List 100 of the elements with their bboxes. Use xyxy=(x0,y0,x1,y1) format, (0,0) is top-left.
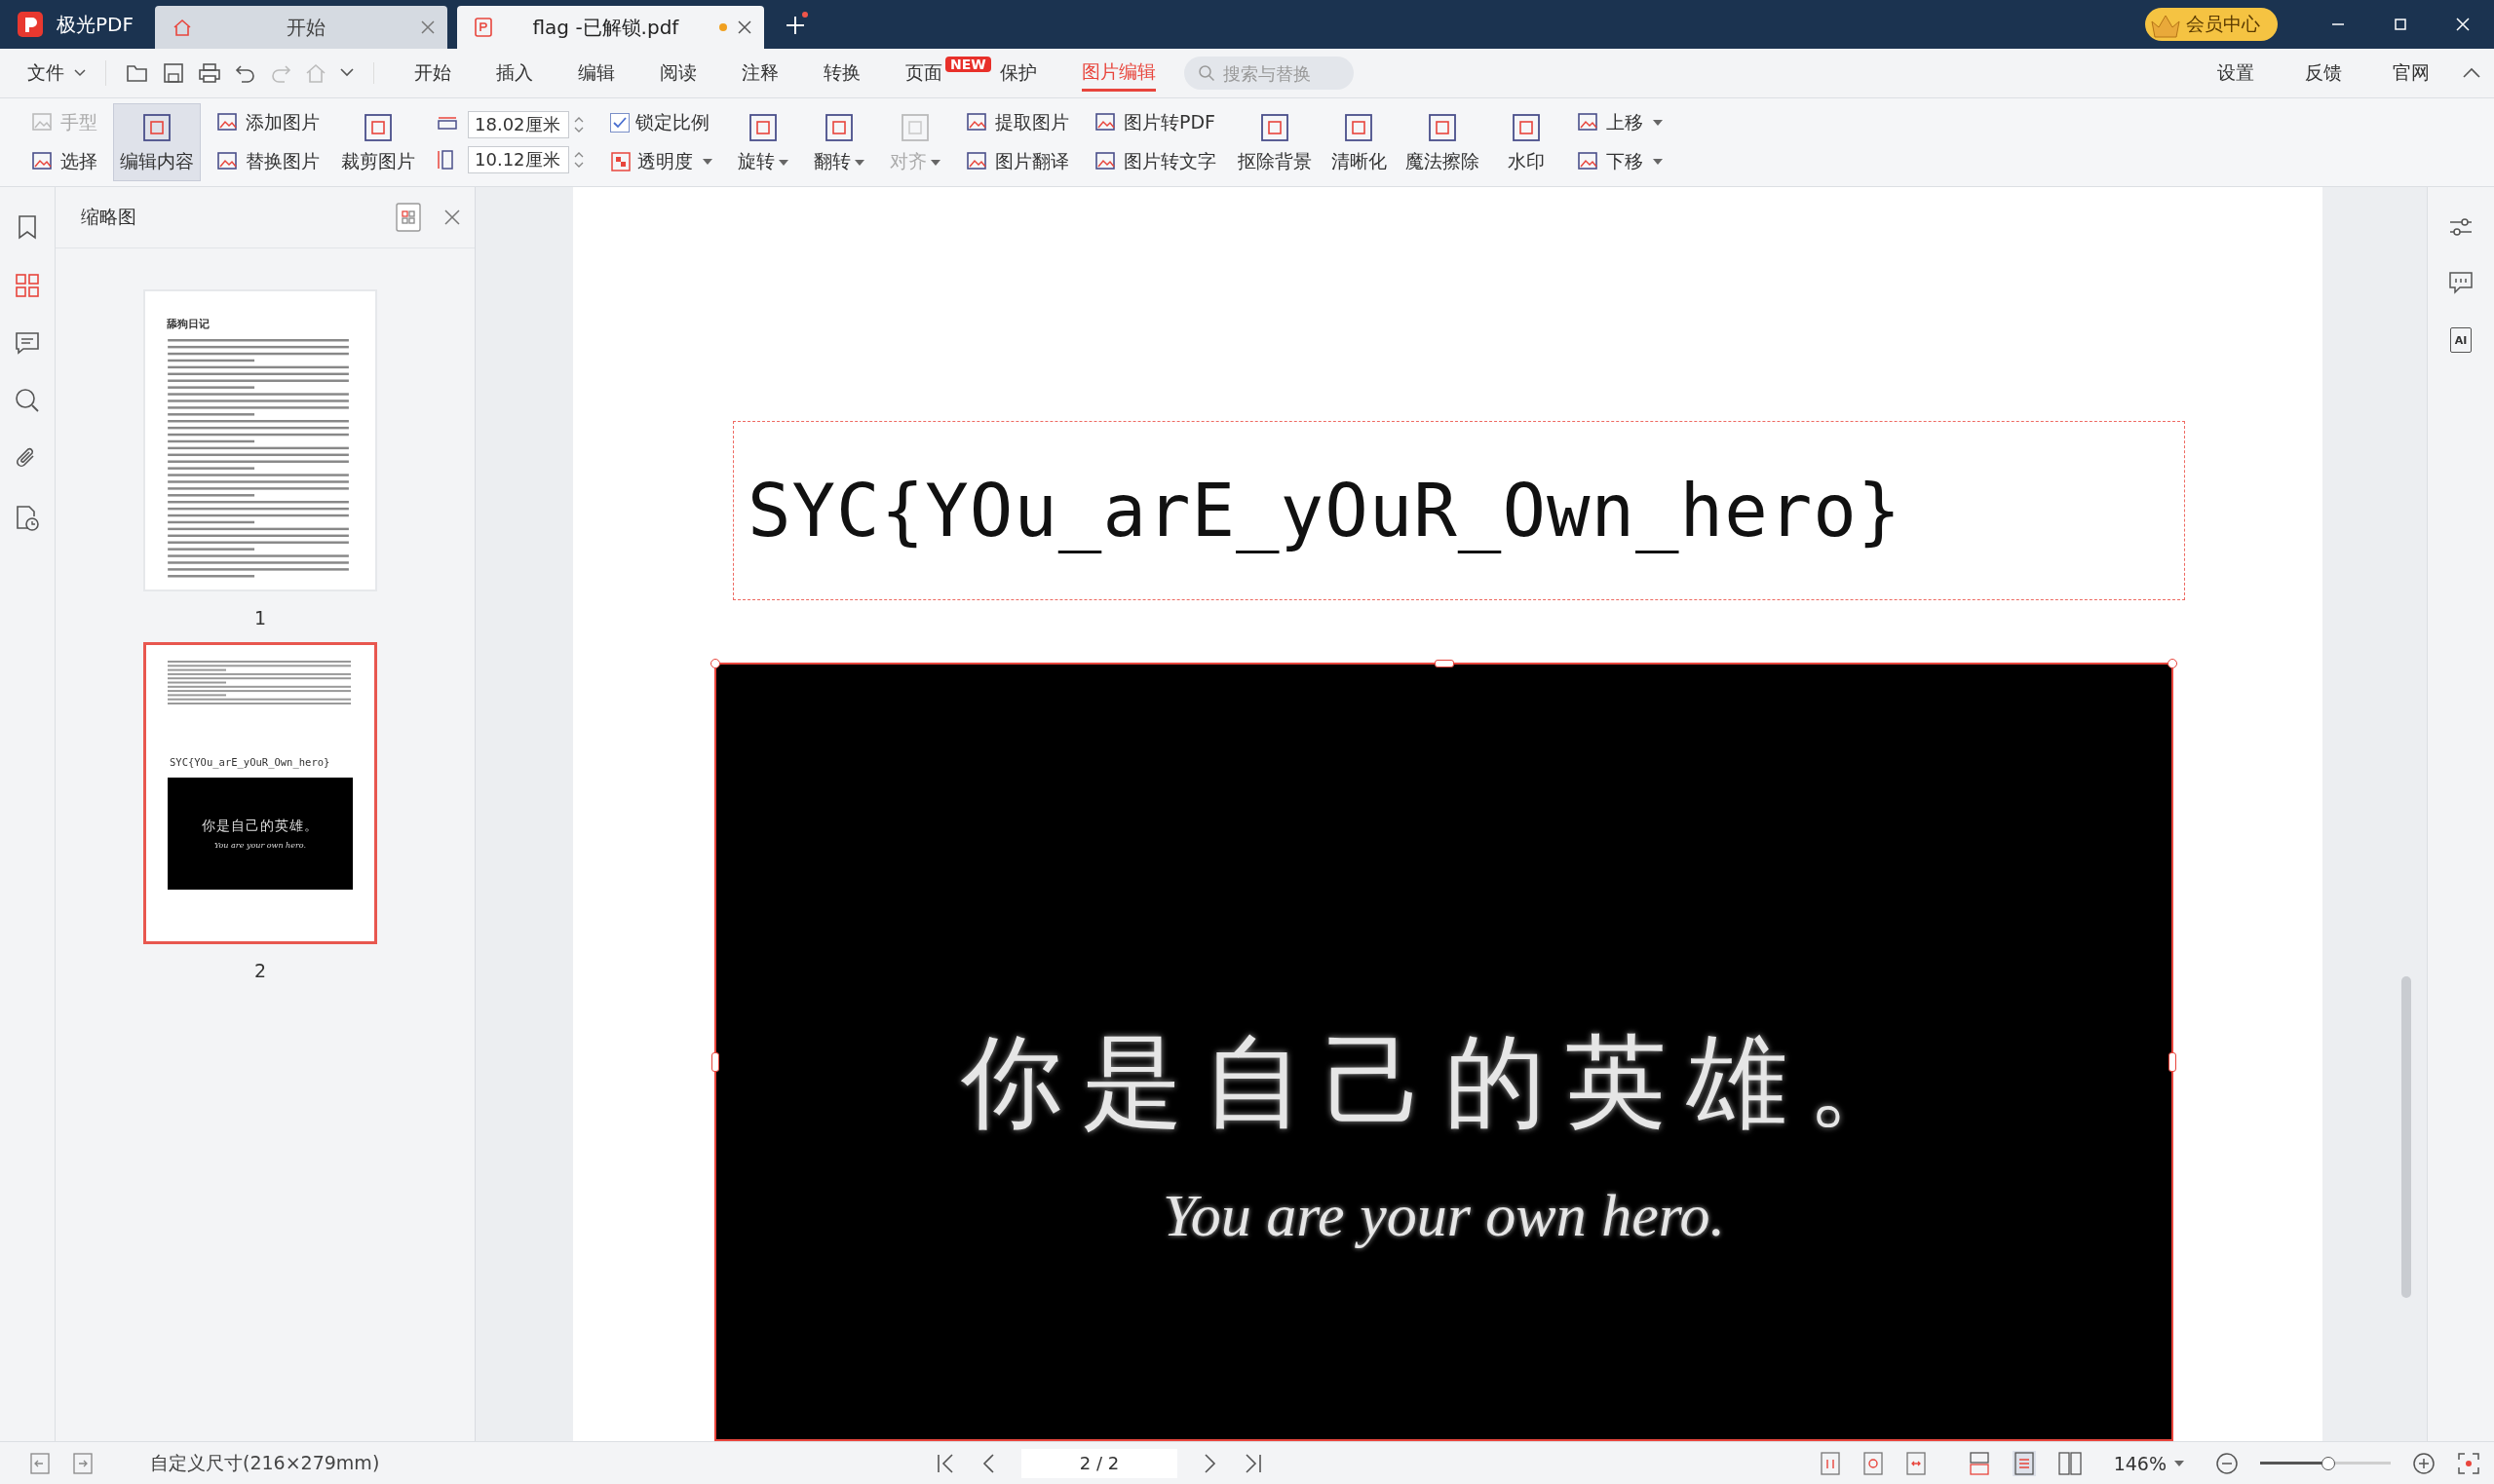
toolbar-button[interactable]: 魔法擦除 xyxy=(1400,103,1485,181)
ribbon-tab[interactable]: 转换 xyxy=(824,57,861,90)
toolbar-button[interactable]: 抠除背景 xyxy=(1232,103,1318,181)
toolbar-button[interactable]: 替换图片 xyxy=(216,146,320,177)
fullscreen-icon[interactable] xyxy=(2457,1451,2480,1475)
text-selection-box[interactable]: SYC{YOu_arE_yOuR_Own_hero} xyxy=(733,421,2185,600)
flag-text: SYC{YOu_arE_yOuR_Own_hero} xyxy=(748,469,1902,552)
undo-icon[interactable] xyxy=(235,62,256,84)
zoom-dropdown[interactable]: 146% xyxy=(2113,1452,2184,1474)
page-thumbnail[interactable]: 舔狗日记 xyxy=(143,289,377,591)
page-size-label: 自定义尺寸(216×279mm) xyxy=(150,1450,380,1475)
two-page-icon[interactable] xyxy=(2056,1450,2083,1476)
toolbar-button[interactable]: 翻转 xyxy=(804,103,874,181)
open-folder-icon[interactable] xyxy=(126,62,149,84)
image-icon xyxy=(966,151,989,172)
menu-link[interactable]: 官网 xyxy=(2393,60,2430,86)
thumbnail-subcaption: You are your own hero. xyxy=(213,841,307,850)
toolbar-button[interactable]: 裁剪图片 xyxy=(335,103,421,181)
toolbar-button[interactable]: 上移 xyxy=(1577,107,1663,138)
ribbon-tab[interactable]: 注释 xyxy=(742,57,779,90)
zoom-slider[interactable] xyxy=(2260,1462,2391,1465)
toolbar-button[interactable]: 添加图片 xyxy=(216,107,320,138)
thumbnails-icon[interactable] xyxy=(15,273,40,298)
image-caption: 你是自己的英雄。 xyxy=(960,1021,1928,1143)
ai-document-button[interactable]: AI xyxy=(2450,327,2472,353)
continuous-view-icon[interactable] xyxy=(1967,1450,1991,1476)
resize-handle[interactable] xyxy=(2168,1051,2176,1072)
toolbar-button[interactable]: 图片转文字 xyxy=(1094,146,1216,177)
opacity-dropdown[interactable]: 透明度 xyxy=(610,146,712,177)
toolbar-button[interactable]: 清晰化 xyxy=(1324,103,1394,181)
menu-link[interactable]: 设置 xyxy=(2217,60,2254,86)
ribbon-tab[interactable]: 阅读 xyxy=(660,57,697,90)
toolbar-button[interactable]: 编辑内容 xyxy=(113,103,201,181)
toolbar-button[interactable]: 下移 xyxy=(1577,146,1663,177)
ribbon-tab[interactable]: 编辑 xyxy=(578,57,615,90)
save-icon[interactable] xyxy=(163,62,184,84)
page-forward-icon[interactable] xyxy=(72,1451,94,1475)
file-menu[interactable]: 文件 xyxy=(27,60,106,86)
resize-handle[interactable] xyxy=(1434,660,1454,667)
ribbon-tab[interactable]: 页面 xyxy=(905,57,942,90)
search-icon xyxy=(1197,64,1215,82)
toolbar-button[interactable]: 旋转 xyxy=(728,103,798,181)
search-field[interactable]: 搜索与替换 xyxy=(1183,57,1354,90)
image-icon xyxy=(966,112,989,133)
checker-icon xyxy=(610,151,632,172)
toolbar-button[interactable]: 图片转PDF xyxy=(1094,107,1216,138)
new-badge: NEW xyxy=(945,57,991,72)
pdf-file-icon xyxy=(474,18,492,37)
image-icon xyxy=(216,112,240,133)
print-icon[interactable] xyxy=(198,62,221,84)
chat-icon[interactable] xyxy=(2448,271,2474,294)
caret-icon xyxy=(2174,1460,2184,1466)
toolbar-button[interactable]: 提取图片 xyxy=(966,107,1069,138)
image-icon xyxy=(31,151,55,172)
slider-thumb[interactable] xyxy=(2321,1456,2335,1470)
actual-size-icon[interactable] xyxy=(1819,1450,1841,1476)
ribbon-tab[interactable]: 保护 xyxy=(999,57,1037,90)
toolbar-button[interactable]: 水印 xyxy=(1491,103,1561,181)
caret-icon[interactable] xyxy=(340,68,354,78)
document-tab[interactable]: flag -已解锁.pdf xyxy=(456,6,764,49)
document-tab[interactable]: 开始 xyxy=(154,6,447,49)
page-number-field[interactable]: 2 / 2 xyxy=(1021,1448,1177,1478)
collapse-icon[interactable] xyxy=(2463,67,2480,79)
page-thumbnail[interactable]: SYC{YOu_arE_yOuR_Own_hero} 你是自己的英雄。 You are your own hero. xyxy=(143,642,377,944)
menu-link[interactable]: 反馈 xyxy=(2305,60,2342,86)
vip-center-button[interactable]: 会员中心 xyxy=(2145,8,2278,41)
ribbon-tab[interactable]: 开始 xyxy=(414,57,451,90)
app-name: 极光PDF xyxy=(57,11,134,38)
scrollbar-thumb[interactable] xyxy=(2401,976,2411,1298)
toolbar-button[interactable]: 选择 xyxy=(31,146,97,177)
resize-handle[interactable] xyxy=(711,1051,719,1072)
caret-icon xyxy=(74,69,86,77)
checkbox-label: 锁定比例 xyxy=(635,110,710,134)
zoom-out-icon[interactable] xyxy=(2215,1451,2239,1475)
app-logo-icon xyxy=(18,12,43,37)
zoom-in-icon[interactable] xyxy=(2412,1451,2436,1475)
search-icon[interactable] xyxy=(15,388,40,413)
size-field[interactable]: 10.12厘米 xyxy=(468,146,569,173)
resize-handle[interactable] xyxy=(710,659,720,668)
bookmark-icon[interactable] xyxy=(16,214,39,240)
close-icon[interactable] xyxy=(736,19,752,35)
sliders-icon[interactable] xyxy=(2448,216,2474,238)
resize-handle[interactable] xyxy=(2168,659,2177,668)
fit-page-icon[interactable] xyxy=(1861,1450,1884,1476)
thumbnail-title: 舔狗日记 xyxy=(167,317,211,331)
toolbar-button[interactable]: 图片翻译 xyxy=(966,146,1069,177)
single-page-icon[interactable] xyxy=(2012,1450,2036,1476)
fit-width-icon[interactable] xyxy=(1904,1450,1927,1476)
checkbox[interactable] xyxy=(610,113,630,133)
ribbon-tab[interactable]: 图片编辑 xyxy=(1081,55,1156,92)
panel-title: 缩略图 xyxy=(81,205,136,229)
size-field[interactable]: 18.02厘米 xyxy=(468,111,569,138)
maximize-icon[interactable] xyxy=(2393,17,2408,32)
grid-view-icon[interactable] xyxy=(395,202,422,233)
comment-icon[interactable] xyxy=(15,331,40,355)
caret-icon xyxy=(703,159,712,165)
image-icon xyxy=(31,112,55,133)
page-back-icon[interactable] xyxy=(29,1451,51,1475)
document-clock-icon[interactable] xyxy=(15,505,40,532)
ribbon-tab[interactable]: 插入 xyxy=(496,57,533,90)
